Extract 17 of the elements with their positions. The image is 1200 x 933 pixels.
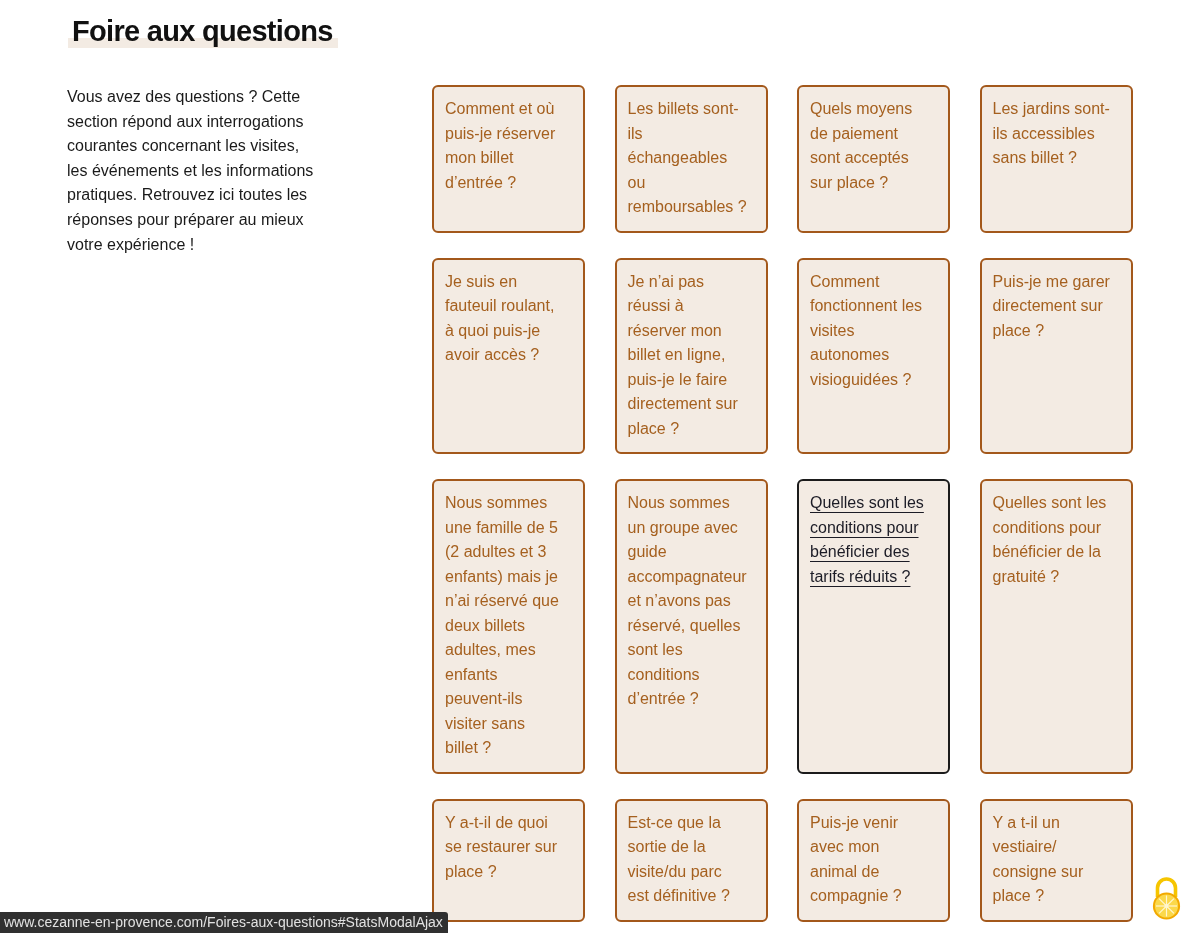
question-card[interactable]: Y a t-il un vestiaire/consigne sur place ? [979, 798, 1133, 922]
question-card[interactable]: Quelles sont les conditions pour bénéficier de la gratuité ? [979, 479, 1133, 774]
question-card[interactable]: Nous sommes un groupe avec guide accompagnateur et n’avons pas réservé, quelles sont les conditions d’entrée ? [614, 479, 768, 774]
question-card[interactable]: Nous sommes une famille de 5 (2 adultes et 3 enfants) mais je n’ai réservé que deux billets adultes, mes enfants peuvent-ils visiter sans billet ? [432, 479, 585, 774]
question-card[interactable]: Quelles sont les conditions pour bénéficier des tarifs réduits ? [797, 479, 950, 774]
question-card[interactable]: Je n’ai pas réussi à réserver mon billet en ligne, puis-je le faire directement sur place ? [614, 257, 768, 454]
question-card[interactable]: Puis-je me garer directement sur place ? [979, 257, 1133, 454]
question-card[interactable]: Quels moyens de paiement sont acceptés sur place ? [797, 85, 950, 233]
question-card[interactable]: Comment fonctionnent les visites autonomes visioguidées ? [797, 257, 950, 454]
question-card[interactable]: Est-ce que la sortie de la visite/du parc est définitive ? [614, 798, 768, 922]
question-card[interactable]: Les billets sont-ils échangeables ou remboursables ? [614, 85, 768, 233]
status-bar-url: www.cezanne-en-provence.com/Foires-aux-questions#StatsModalAjax [0, 912, 448, 933]
question-card[interactable]: Comment et où puis-je réserver mon billet d’entrée ? [432, 85, 585, 233]
question-card[interactable]: Les jardins sont-ils accessibles sans billet ? [979, 85, 1133, 233]
question-card[interactable]: Puis-je venir avec mon animal de compagnie ? [797, 798, 950, 922]
intro-text: Vous avez des questions ? Cette section répond aux interrogations courantes concernant les visites, les événements et les informations pratiques. Retrouvez ici toutes les réponses pour préparer au mieux votre expérience ! [67, 87, 315, 255]
question-card[interactable]: Je suis en fauteuil roulant, à quoi puis-je avoir accès ? [432, 257, 585, 454]
